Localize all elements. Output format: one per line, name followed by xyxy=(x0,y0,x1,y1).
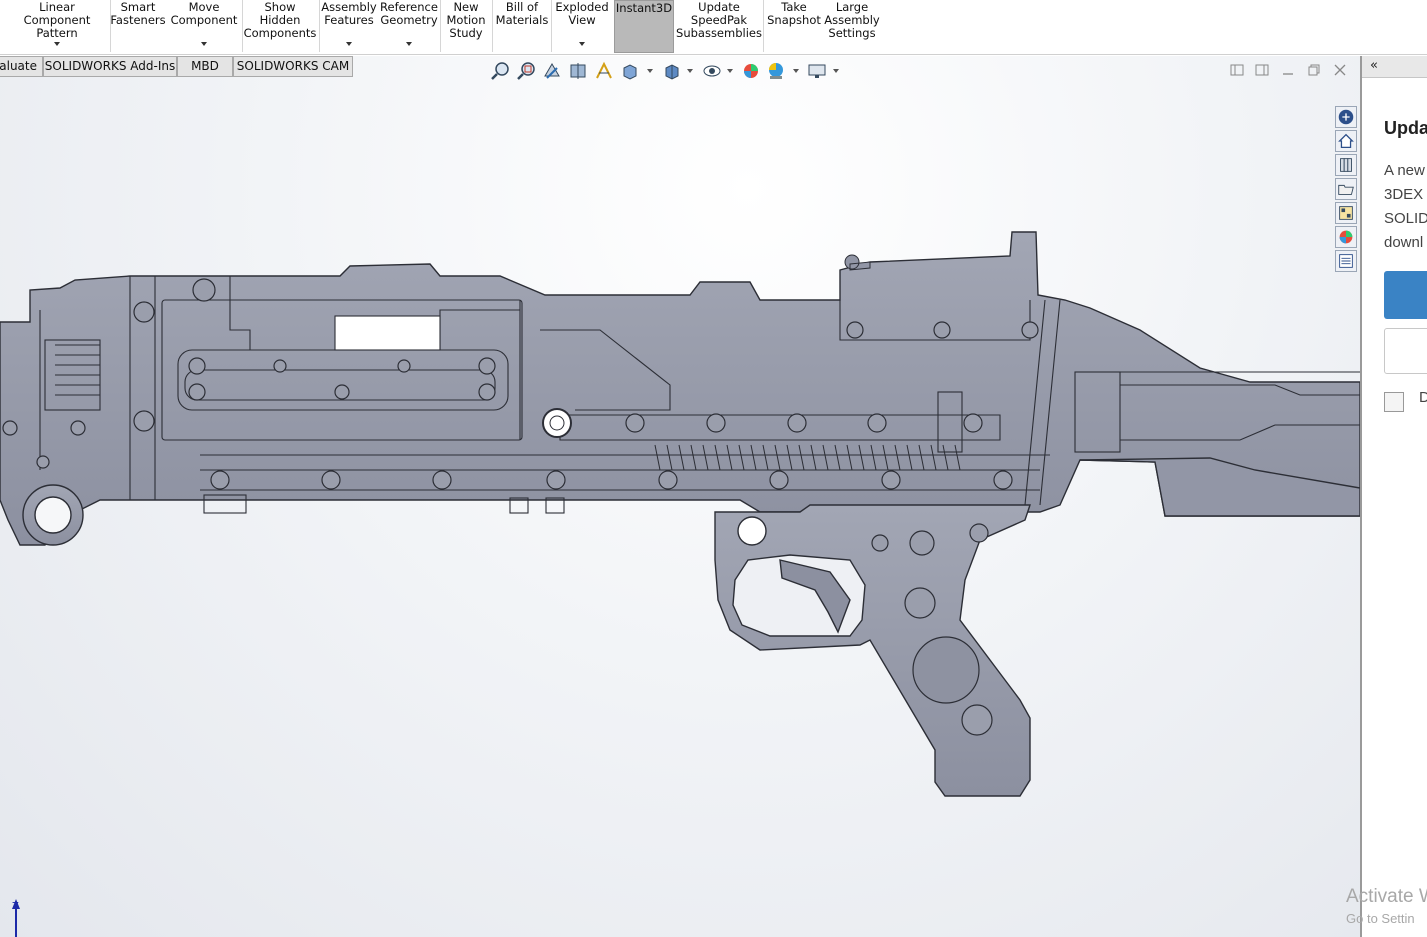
tile-right-icon[interactable] xyxy=(1254,62,1270,78)
show-hidden-components-label: Show Hidden Components xyxy=(243,0,317,40)
tile-left-icon[interactable] xyxy=(1229,62,1245,78)
section-view-icon[interactable] xyxy=(568,61,588,81)
smart-fasteners-label: Smart Fasteners xyxy=(110,0,166,27)
task-pane: « Upda A new 3DEX SOLID downl D xyxy=(1360,56,1427,937)
chevron-down-icon[interactable] xyxy=(201,42,207,46)
exploded-view-button[interactable]: Exploded View xyxy=(552,0,612,54)
take-snapshot-label: Take Snapshot xyxy=(767,0,821,27)
tab-solidworks-cam[interactable]: SOLIDWORKS CAM xyxy=(233,56,353,77)
custom-properties-icon[interactable] xyxy=(1335,250,1357,272)
update-panel-text-line: SOLID xyxy=(1384,210,1427,227)
triad-z-label: Z xyxy=(12,901,19,912)
activate-windows-subtext: Go to Settin xyxy=(1346,911,1415,926)
assembly-features-button[interactable]: Assembly Features xyxy=(320,0,378,54)
tab-mbd-label: MBD xyxy=(191,59,219,73)
exploded-view-label: Exploded View xyxy=(555,0,609,27)
hide-show-items-icon[interactable] xyxy=(702,61,722,81)
take-snapshot-button[interactable]: Take Snapshot xyxy=(764,0,824,54)
update-panel-text-line: 3DEX xyxy=(1384,186,1424,203)
bill-of-materials-label: Bill of Materials xyxy=(495,0,549,27)
chevron-down-icon[interactable] xyxy=(793,69,799,73)
collapse-pane-label: « xyxy=(1370,58,1378,73)
solidworks-resources-icon[interactable] xyxy=(1335,106,1357,128)
tab-evaluate-label: Evaluate xyxy=(0,59,37,73)
secondary-button[interactable] xyxy=(1384,328,1427,374)
chevron-down-icon[interactable] xyxy=(727,69,733,73)
apply-scene-icon[interactable] xyxy=(766,61,786,81)
command-manager-ribbon: Linear Component Pattern Smart Fasteners… xyxy=(0,0,1427,55)
minimize-icon[interactable] xyxy=(1280,62,1296,78)
dont-show-checkbox[interactable] xyxy=(1384,392,1404,412)
reference-geometry-label: Reference Geometry xyxy=(380,0,438,27)
tab-mbd[interactable]: MBD xyxy=(177,56,233,77)
file-explorer-icon[interactable] xyxy=(1335,178,1357,200)
move-component-button[interactable]: Move Component xyxy=(168,0,240,54)
view-orientation-icon[interactable] xyxy=(620,61,640,81)
large-assembly-settings-button[interactable]: Large Assembly Settings xyxy=(824,0,880,54)
view-palette-icon[interactable] xyxy=(1335,202,1357,224)
assembly-features-label: Assembly Features xyxy=(321,0,377,27)
tab-solidworks-add-ins[interactable]: SOLIDWORKS Add-Ins xyxy=(43,56,177,77)
chevron-down-icon[interactable] xyxy=(647,69,653,73)
collapse-pane-button[interactable]: « xyxy=(1362,56,1427,78)
home-icon[interactable] xyxy=(1335,130,1357,152)
previous-view-icon[interactable] xyxy=(542,61,562,81)
bill-of-materials-button[interactable]: Bill of Materials xyxy=(493,0,551,54)
new-motion-study-label: New Motion Study xyxy=(446,0,486,40)
linear-component-pattern-label: Linear Component Pattern xyxy=(23,0,91,40)
move-component-label: Move Component xyxy=(170,0,238,27)
activate-windows-watermark: Activate W xyxy=(1346,886,1427,907)
chevron-down-icon[interactable] xyxy=(579,42,585,46)
large-assembly-settings-label: Large Assembly Settings xyxy=(824,0,880,40)
restore-icon[interactable] xyxy=(1306,62,1322,78)
chevron-down-icon[interactable] xyxy=(346,42,352,46)
update-panel-title: Upda xyxy=(1384,118,1427,138)
show-hidden-components-button[interactable]: Show Hidden Components xyxy=(243,0,317,54)
axis-triad: Z Y xyxy=(12,899,20,937)
zoom-to-fit-icon[interactable] xyxy=(490,61,510,81)
close-icon[interactable] xyxy=(1332,62,1348,78)
smart-fasteners-button[interactable]: Smart Fasteners xyxy=(110,0,166,54)
chevron-down-icon[interactable] xyxy=(406,42,412,46)
instant3d-button[interactable]: Instant3D xyxy=(614,0,674,53)
edit-appearance-icon[interactable] xyxy=(741,61,761,81)
view-settings-icon[interactable] xyxy=(807,61,827,81)
update-speedpak-button[interactable]: Update SpeedPak Subassemblies xyxy=(676,0,762,54)
update-speedpak-label: Update SpeedPak Subassemblies xyxy=(676,0,762,40)
instant3d-label: Instant3D xyxy=(615,1,673,15)
dynamic-annotation-icon[interactable] xyxy=(594,61,614,81)
assembly-model[interactable] xyxy=(0,56,1360,937)
reference-geometry-button[interactable]: Reference Geometry xyxy=(378,0,440,54)
linear-component-pattern-button[interactable]: Linear Component Pattern xyxy=(4,0,110,54)
tab-solidworks-cam-label: SOLIDWORKS CAM xyxy=(236,59,350,73)
chevron-down-icon[interactable] xyxy=(833,69,839,73)
graphics-area[interactable]: Z Y xyxy=(0,56,1360,937)
new-motion-study-button[interactable]: New Motion Study xyxy=(441,0,491,54)
tab-evaluate[interactable]: Evaluate xyxy=(0,56,43,77)
update-panel-text-line: downl xyxy=(1384,234,1424,251)
solidworks-window: Linear Component Pattern Smart Fasteners… xyxy=(0,0,1427,937)
dont-show-checkbox-label: D xyxy=(1419,389,1427,406)
appearances-icon[interactable] xyxy=(1335,226,1357,248)
display-style-icon[interactable] xyxy=(662,61,682,81)
zoom-to-area-icon[interactable] xyxy=(516,61,536,81)
chevron-down-icon[interactable] xyxy=(54,42,60,46)
chevron-down-icon[interactable] xyxy=(687,69,693,73)
design-library-icon[interactable] xyxy=(1335,154,1357,176)
tab-solidworks-add-ins-label: SOLIDWORKS Add-Ins xyxy=(44,59,176,73)
download-button[interactable] xyxy=(1384,271,1427,319)
update-panel-text-line: A new xyxy=(1384,162,1425,179)
